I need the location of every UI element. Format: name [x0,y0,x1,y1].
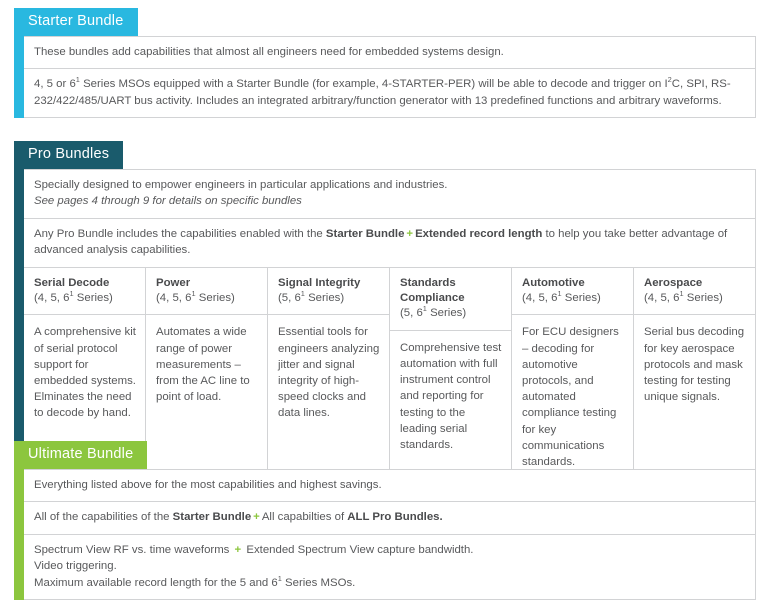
ultimate-row2-part2: All capabilties of [262,511,347,523]
pro-column-series: (4, 5, 61 Series) [156,291,258,306]
pro-column-header: Power (4, 5, 61 Series) [146,268,267,316]
starter-accent-bar [14,36,24,119]
pro-column-title: Signal Integrity [278,276,380,291]
pro-column-header: Aerospace (4, 5, 61 Series) [634,268,755,316]
ultimate-row3-line1-part2: Extended Spectrum View capture bandwidth… [243,544,473,556]
ultimate-row-capabilities: All of the capabilities of the Starter B… [24,502,755,535]
pro-column-title: Aerospace [644,276,746,291]
series-suffix: Series) [305,292,344,304]
plus-icon: + [251,511,262,523]
ultimate-bundle-body: Everything listed above for the most cap… [14,469,756,600]
starter-panel: These bundles add capabilities that almo… [24,36,756,119]
plus-icon: + [404,228,415,240]
ultimate-row3-line1-part1: Spectrum View RF vs. time waveforms [34,544,233,556]
ultimate-panel: Everything listed above for the most cap… [24,469,756,600]
pro-column-title: Standards Compliance [400,276,502,307]
pro-includes-bold1: Starter Bundle [326,228,404,240]
pro-column-body: A comprehensive kit of serial protocol s… [24,315,145,433]
pro-column-title: Power [156,276,258,291]
pro-column-series: (4, 5, 61 Series) [522,291,624,306]
pro-column-series: (4, 5, 61 Series) [34,291,136,306]
starter-bundle-tab[interactable]: Starter Bundle [14,8,138,36]
pro-accent-bar [14,169,24,481]
pro-includes-part1: Any Pro Bundle includes the capabilities… [34,228,326,240]
pro-row-includes: Any Pro Bundle includes the capabilities… [24,219,755,268]
pro-bundles-tab[interactable]: Pro Bundles [14,141,123,169]
starter-row-detail: 4, 5 or 61 Series MSOs equipped with a S… [24,69,755,117]
pro-intro-line2: See pages 4 through 9 for details on spe… [34,195,302,207]
series-prefix: (4, 5, 6 [522,292,557,304]
pro-column-body: Automates a wide range of power measurem… [146,315,267,433]
pro-column-header: Serial Decode (4, 5, 61 Series) [24,268,145,316]
pro-row-intro: Specially designed to empower engineers … [24,170,755,219]
starter-bundle-section: Starter Bundle These bundles add capabil… [14,8,756,118]
pro-column-series: (5, 61 Series) [400,306,502,321]
pro-bundles-body: Specially designed to empower engineers … [14,169,756,481]
ultimate-row-everything: Everything listed above for the most cap… [24,470,755,503]
pro-includes-bold2: Extended record length [415,228,542,240]
ultimate-bundle-section: Ultimate Bundle Everything listed above … [14,441,756,600]
series-prefix: (4, 5, 6 [644,292,679,304]
pro-column-body: Essential tools for engineers analyzing … [268,315,389,433]
ultimate-row3-line2: Video triggering. [34,560,117,572]
series-suffix: Series) [74,292,113,304]
ultimate-row2-bold2: ALL Pro Bundles. [347,511,442,523]
series-prefix: (4, 5, 6 [156,292,191,304]
series-prefix: (5, 6 [400,307,423,319]
pro-intro-line1: Specially designed to empower engineers … [34,179,447,191]
ultimate-row3-line3-prefix: Maximum available record length for the … [34,577,278,589]
plus-icon: + [233,544,244,556]
pro-column-title: Automotive [522,276,624,291]
ultimate-row-features: Spectrum View RF vs. time waveforms + Ex… [24,535,755,600]
pro-bundles-section: Pro Bundles Specially designed to empowe… [14,141,756,480]
bundle-comparison-page: Starter Bundle These bundles add capabil… [0,0,784,595]
pro-column-title: Serial Decode [34,276,136,291]
pro-column-header: Standards Compliance (5, 61 Series) [390,268,511,331]
series-suffix: Series) [562,292,601,304]
ultimate-bundle-tab[interactable]: Ultimate Bundle [14,441,147,469]
series-prefix: (4, 5, 6 [34,292,69,304]
ultimate-accent-bar [14,469,24,600]
pro-column-series: (5, 61 Series) [278,291,380,306]
series-suffix: Series) [196,292,235,304]
ultimate-row2-bold1: Starter Bundle [173,511,251,523]
series-suffix: Series) [684,292,723,304]
pro-column-header: Signal Integrity (5, 61 Series) [268,268,389,316]
starter-detail-text: Series MSOs equipped with a Starter Bund… [80,78,668,90]
ultimate-row2-part1: All of the capabilities of the [34,511,173,523]
ultimate-row3-line3-suffix: Series MSOs. [282,577,355,589]
starter-bundle-body: These bundles add capabilities that almo… [14,36,756,119]
pro-panel: Specially designed to empower engineers … [24,169,756,481]
series-suffix: Series) [427,307,466,319]
pro-column-header: Automotive (4, 5, 61 Series) [512,268,633,316]
series-prefix: (5, 6 [278,292,301,304]
starter-row-intro: These bundles add capabilities that almo… [24,37,755,70]
pro-column-series: (4, 5, 61 Series) [644,291,746,306]
pro-column-body: Serial bus decoding for key aerospace pr… [634,315,755,433]
starter-detail-prefix: 4, 5 or 6 [34,78,76,90]
